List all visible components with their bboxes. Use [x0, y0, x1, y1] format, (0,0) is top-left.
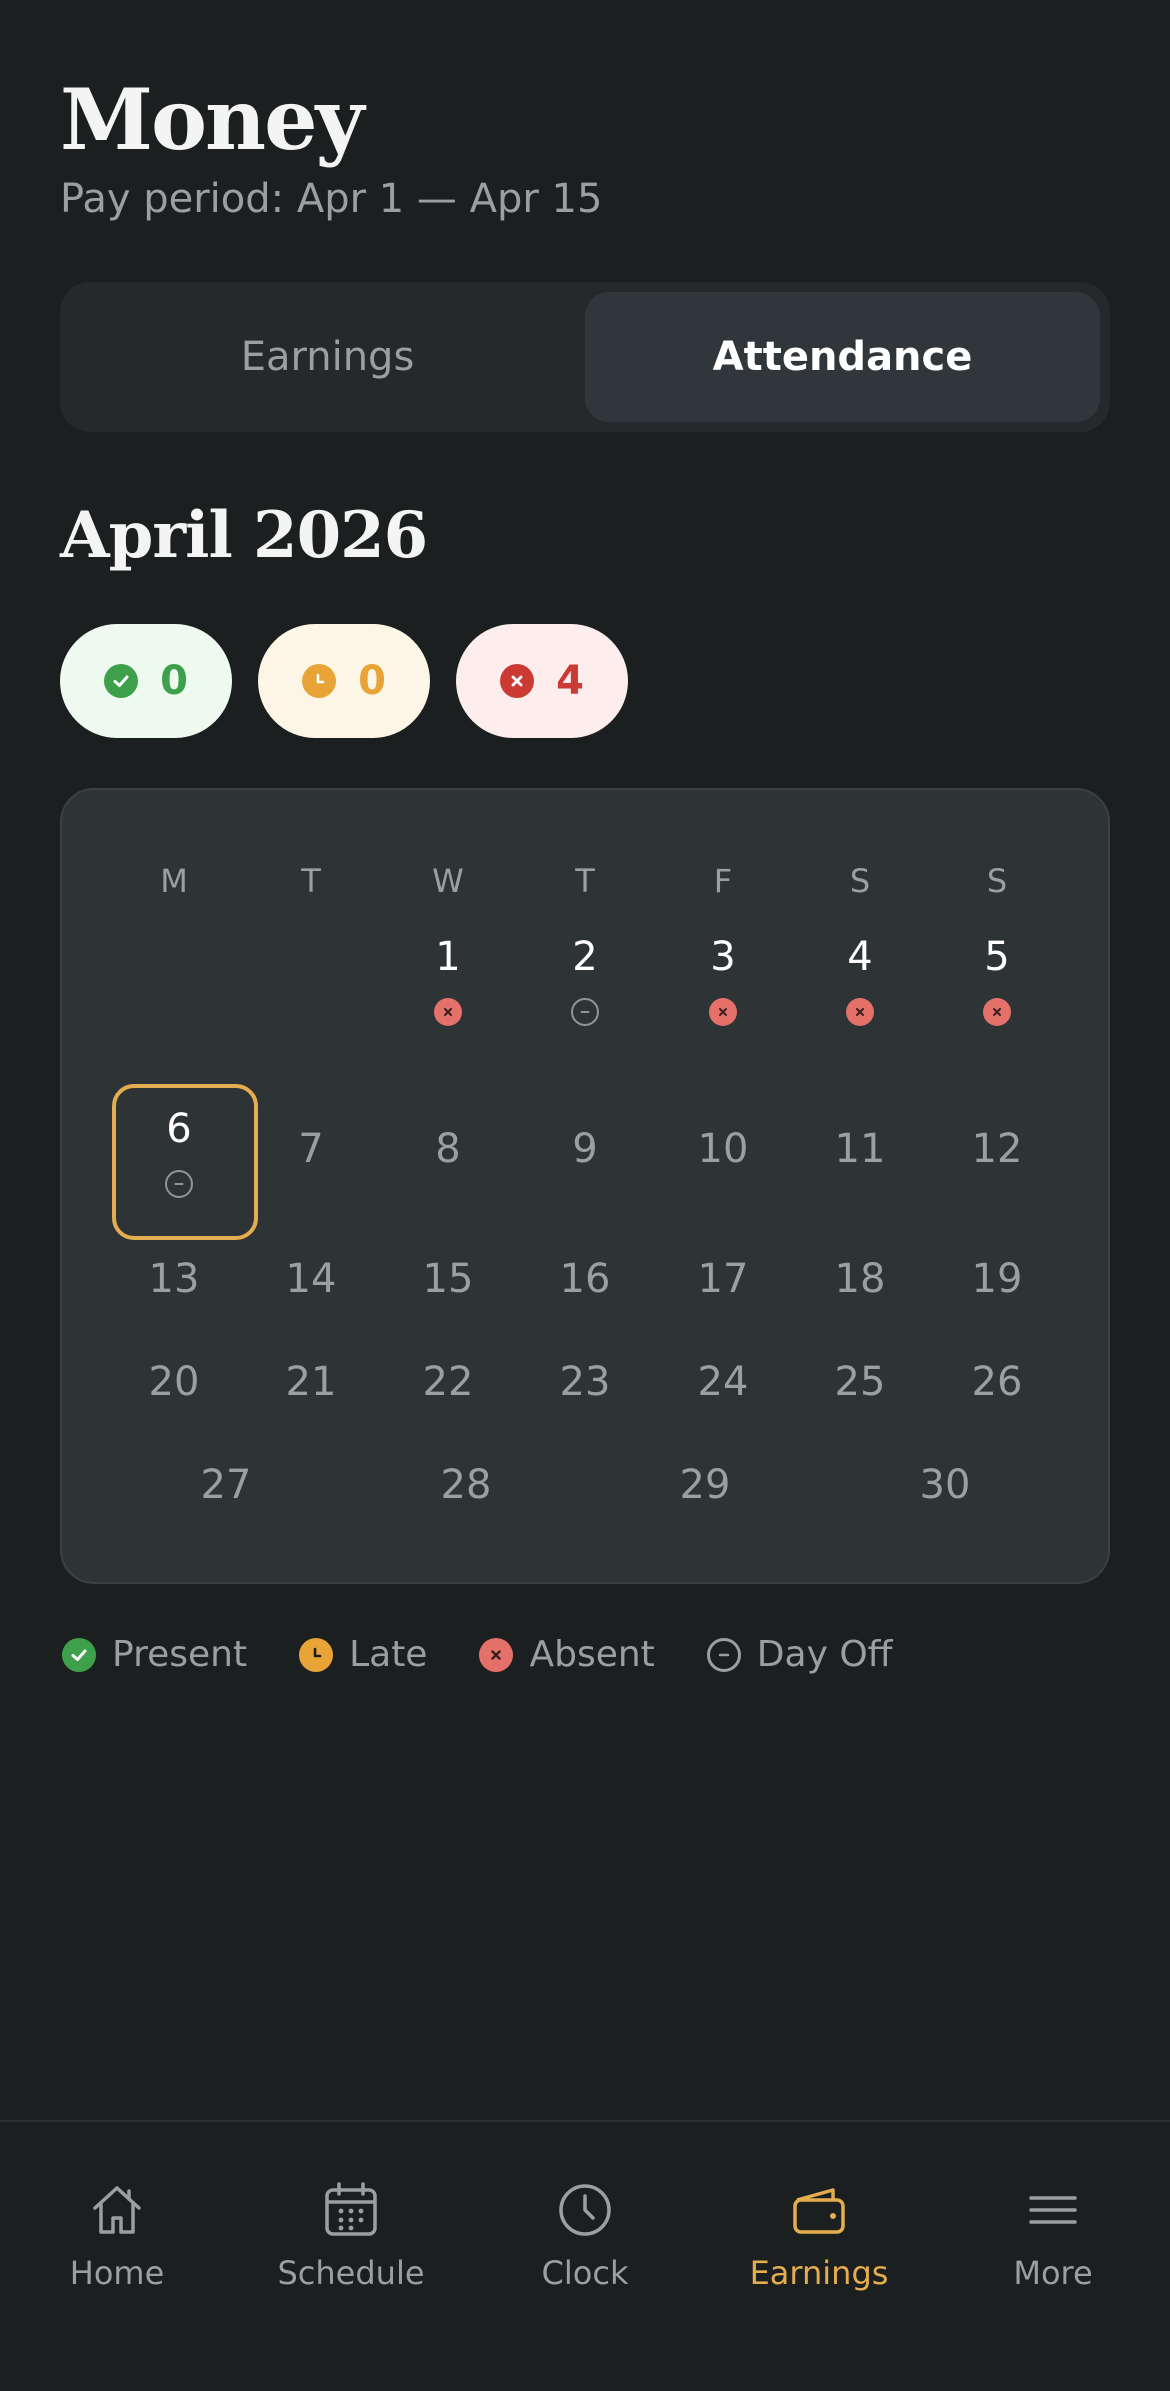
legend-label: Present: [112, 1634, 248, 1675]
present-count: 0: [160, 658, 188, 704]
calendar-day[interactable]: 20: [134, 1359, 214, 1405]
legend-item-dayoff: Day Off: [706, 1634, 893, 1675]
calendar-day[interactable]: 9: [545, 1126, 625, 1172]
calendar-day[interactable]: 12: [957, 1126, 1037, 1172]
late-count: 0: [358, 658, 386, 704]
absent-count: 4: [556, 658, 584, 704]
calendar-day[interactable]: 19: [957, 1256, 1037, 1302]
weekday-header: S: [849, 862, 871, 900]
calendar-day[interactable]: 10: [683, 1126, 763, 1172]
nav-clock[interactable]: Clock: [468, 2122, 702, 2391]
calendar-day[interactable]: 22: [408, 1359, 488, 1405]
absent-count-chip[interactable]: 4: [456, 624, 628, 738]
calendar-day[interactable]: 14: [271, 1256, 351, 1302]
nav-label: Earnings: [749, 2254, 889, 2292]
legend-item-present: Present: [62, 1634, 247, 1675]
weekday-header: T: [575, 862, 595, 900]
calendar-day[interactable]: 3: [683, 934, 763, 980]
home-icon: [85, 2178, 149, 2242]
calendar-day[interactable]: 13: [134, 1256, 214, 1302]
legend-item-late: Late: [299, 1634, 427, 1675]
calendar-day[interactable]: 1: [408, 934, 488, 980]
check-icon: [62, 1637, 96, 1672]
present-count-chip[interactable]: 0: [60, 624, 232, 738]
calendar-day[interactable]: 27: [186, 1462, 266, 1508]
nav-more[interactable]: More: [936, 2122, 1170, 2391]
nav-earnings[interactable]: Earnings: [702, 2122, 936, 2391]
late-count-chip[interactable]: 0: [258, 624, 430, 738]
calendar-day[interactable]: 17: [683, 1256, 763, 1302]
calendar-day[interactable]: 8: [408, 1126, 488, 1172]
day-off-status-icon: [571, 998, 599, 1026]
calendar-day[interactable]: 18: [820, 1256, 900, 1302]
calendar-day[interactable]: 5: [957, 934, 1037, 980]
calendar-day[interactable]: 4: [820, 934, 900, 980]
absent-status-icon: [846, 998, 874, 1026]
pay-period-label: Pay period: Apr 1 — Apr 15: [60, 176, 603, 222]
calendar-day[interactable]: 25: [820, 1359, 900, 1405]
legend-label: Absent: [529, 1634, 655, 1675]
calendar-day[interactable]: 24: [683, 1359, 763, 1405]
calendar-day[interactable]: 23: [545, 1359, 625, 1405]
view-tabs: Earnings Attendance: [60, 282, 1110, 432]
calendar-day[interactable]: 28: [426, 1462, 506, 1508]
legend-item-absent: Absent: [479, 1634, 655, 1675]
legend-label: Day Off: [756, 1634, 893, 1675]
calendar-day[interactable]: 21: [271, 1359, 351, 1405]
weekday-header: F: [713, 862, 733, 900]
nav-label: Clock: [541, 2254, 629, 2292]
clock-icon: [553, 2178, 617, 2242]
calendar-day[interactable]: 11: [820, 1126, 900, 1172]
nav-label: More: [1013, 2254, 1093, 2292]
check-icon: [104, 664, 139, 698]
x-icon: [479, 1637, 514, 1672]
bottom-navigation: Home Schedule Clock Earnings More: [0, 2120, 1170, 2391]
nav-label: Schedule: [277, 2254, 425, 2292]
weekday-header: M: [160, 862, 188, 900]
absent-status-icon: [983, 998, 1011, 1026]
weekday-header: W: [432, 862, 464, 900]
wallet-icon: [787, 2178, 851, 2242]
x-icon: [500, 664, 535, 698]
calendar-day[interactable]: 15: [408, 1256, 488, 1302]
page-header: Money Pay period: Apr 1 — Apr 15: [60, 70, 602, 222]
page-title: Money: [60, 70, 364, 169]
clock-icon: [302, 664, 337, 698]
nav-home[interactable]: Home: [0, 2122, 234, 2391]
nav-schedule[interactable]: Schedule: [234, 2122, 468, 2391]
absent-status-icon: [434, 998, 462, 1026]
calendar-day[interactable]: 6: [139, 1106, 219, 1152]
clock-icon: [299, 1637, 334, 1672]
nav-label: Home: [69, 2254, 165, 2292]
absent-status-icon: [709, 998, 737, 1026]
weekday-header: T: [301, 862, 321, 900]
minus-icon: [706, 1637, 741, 1672]
calendar-day[interactable]: 7: [271, 1126, 351, 1172]
attendance-calendar: M T W T F S S 1 2 3 4 5 6 7 8 9 10 11 12 13 14 15 16 17 18 19 20 21…: [60, 788, 1110, 1584]
day-off-status-icon: [165, 1170, 193, 1198]
month-title: April 2026: [60, 498, 428, 573]
weekday-header: S: [986, 862, 1008, 900]
tab-earnings[interactable]: Earnings: [70, 292, 585, 422]
menu-icon: [1021, 2178, 1085, 2242]
attendance-summary: 0 0 4: [60, 624, 628, 738]
tab-attendance[interactable]: Attendance: [585, 292, 1100, 422]
calendar-day[interactable]: 29: [665, 1462, 745, 1508]
calendar-day[interactable]: 26: [957, 1359, 1037, 1405]
calendar-day[interactable]: 2: [545, 934, 625, 980]
calendar-day[interactable]: 30: [905, 1462, 985, 1508]
calendar-icon: [319, 2178, 383, 2242]
calendar-day[interactable]: 16: [545, 1256, 625, 1302]
legend-label: Late: [349, 1634, 428, 1675]
status-legend: Present Late Absent Day Off: [62, 1634, 944, 1675]
